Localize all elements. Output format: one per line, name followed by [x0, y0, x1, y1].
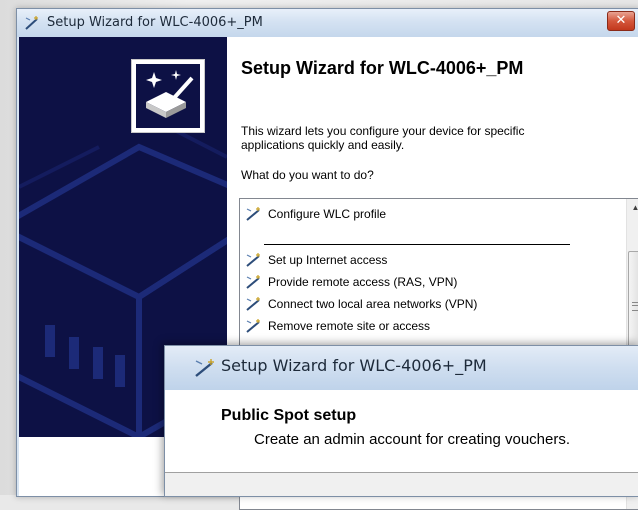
wizard-logo	[131, 59, 205, 133]
list-separator	[264, 244, 570, 245]
wizard-device-logo-icon	[146, 70, 194, 118]
wizard-intro-text: This wizard lets you configure your devi…	[241, 124, 525, 152]
wizard-wand-icon	[193, 358, 217, 378]
wizard-question: What do you want to do?	[241, 168, 374, 182]
chevron-up-icon: ▲	[631, 203, 638, 212]
dialog-subheading: Create an admin account for creating vou…	[254, 431, 571, 448]
scroll-up-button[interactable]: ▲	[627, 199, 638, 216]
window-titlebar[interactable]: Setup Wizard for WLC-4006+_PM ✕	[17, 9, 638, 37]
wizard-wand-icon	[244, 274, 264, 290]
window-title: Setup Wizard for WLC-4006+_PM	[47, 15, 263, 30]
close-button[interactable]: ✕	[607, 11, 635, 31]
grip-icon	[632, 302, 638, 311]
wizard-wand-icon	[244, 296, 264, 312]
public-spot-dialog: Setup Wizard for WLC-4006+_PM Public Spo…	[164, 345, 638, 497]
wizard-wand-icon	[23, 15, 41, 31]
dialog-titlebar[interactable]: Setup Wizard for WLC-4006+_PM	[165, 346, 638, 390]
list-item-label: Configure WLC profile	[268, 207, 387, 221]
dialog-header: Public Spot setup Create an admin accoun…	[165, 390, 638, 470]
dialog-body	[165, 473, 638, 496]
close-icon: ✕	[615, 13, 627, 28]
list-item-label: Connect two local area networks (VPN)	[268, 297, 478, 311]
dialog-heading: Public Spot setup	[221, 407, 357, 424]
wizard-wand-icon	[244, 206, 264, 222]
list-item-label: Set up Internet access	[268, 253, 388, 267]
dialog-title: Setup Wizard for WLC-4006+_PM	[221, 356, 487, 375]
list-item-label: Remove remote site or access	[268, 319, 431, 333]
wizard-wand-icon	[244, 318, 264, 334]
wizard-heading: Setup Wizard for WLC-4006+_PM	[241, 58, 524, 78]
wizard-wand-icon	[244, 252, 264, 268]
list-item-label: Provide remote access (RAS, VPN)	[268, 275, 458, 289]
